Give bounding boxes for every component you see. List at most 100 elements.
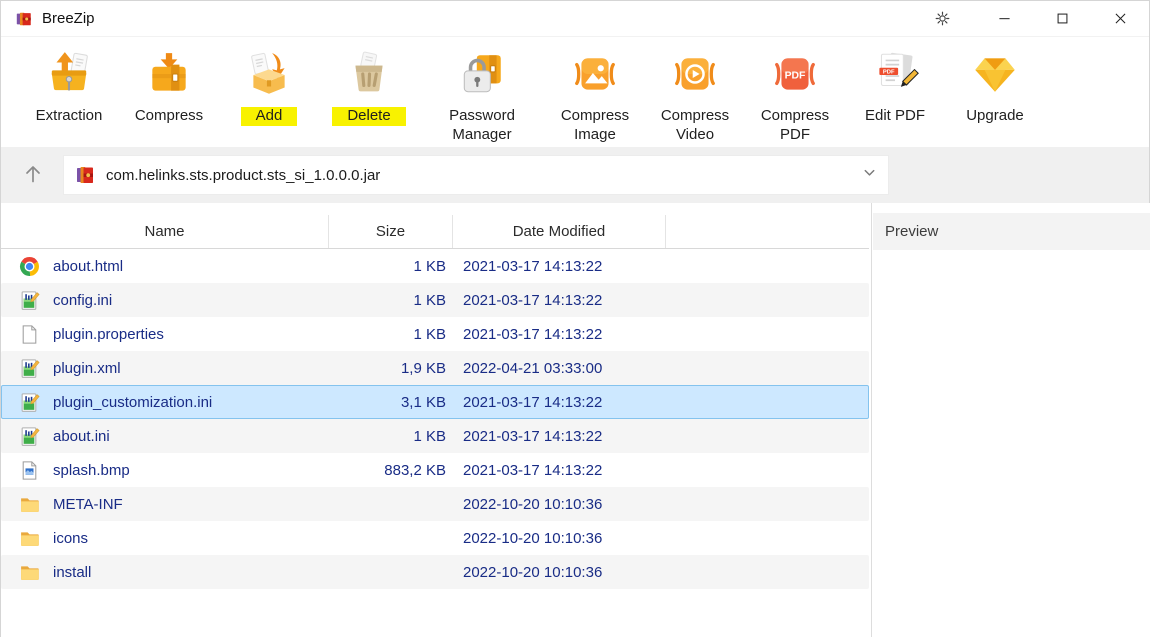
file-rows: about.html 1 KB 2021-03-17 14:13:22 conf… xyxy=(1,249,869,589)
properties-file-icon xyxy=(19,324,40,345)
toolbar-item-label: Password Manager xyxy=(419,107,545,145)
preview-header: Preview xyxy=(873,213,1150,250)
folder-icon xyxy=(19,494,40,515)
toolbar-item-compress[interactable]: Compress xyxy=(119,38,219,126)
settings-button[interactable] xyxy=(913,1,971,37)
folder-icon xyxy=(19,528,40,549)
maximize-button[interactable] xyxy=(1033,1,1091,37)
compress-image-icon xyxy=(569,48,621,100)
file-size: 1 KB xyxy=(330,292,454,309)
column-header-blank xyxy=(666,215,869,248)
file-row-meta-inf[interactable]: META-INF 2022-10-20 10:10:36 xyxy=(1,487,869,521)
main-toolbar: Extraction Compress Add Delete Password … xyxy=(1,38,1149,147)
file-name: splash.bmp xyxy=(53,462,130,479)
toolbar-item-label: Compress Video xyxy=(645,107,745,145)
toolbar-item-compress-pdf[interactable]: PDF Compress PDF xyxy=(745,38,845,145)
file-row-splash-bmp[interactable]: splash.bmp 883,2 KB 2021-03-17 14:13:22 xyxy=(1,453,869,487)
file-date-modified: 2021-03-17 14:13:22 xyxy=(454,292,667,309)
minimize-icon xyxy=(996,10,1013,27)
up-directory-button[interactable] xyxy=(11,157,55,193)
toolbar-item-upgrade[interactable]: Upgrade xyxy=(945,38,1045,126)
archive-path: com.helinks.sts.product.sts_si_1.0.0.0.j… xyxy=(106,167,854,184)
file-date-modified: 2021-03-17 14:13:22 xyxy=(454,462,667,479)
file-name: about.ini xyxy=(53,428,110,445)
file-size: 3,1 KB xyxy=(330,394,454,411)
file-table: Name Size Date Modified about.html 1 KB … xyxy=(1,203,869,637)
title-bar: BreeZip xyxy=(1,1,1149,37)
panel-divider xyxy=(871,203,872,637)
ini-file-icon xyxy=(19,426,40,447)
file-row-config-ini[interactable]: config.ini 1 KB 2021-03-17 14:13:22 xyxy=(1,283,869,317)
toolbar-item-edit-pdf[interactable]: PDF Edit PDF xyxy=(845,38,945,126)
toolbar-item-label: Extraction xyxy=(34,107,105,126)
preview-panel: Preview xyxy=(873,203,1150,637)
svg-text:PDF: PDF xyxy=(883,70,895,76)
toolbar-item-password-manager[interactable]: Password Manager xyxy=(419,38,545,145)
file-date-modified: 2022-10-20 10:10:36 xyxy=(454,496,667,513)
toolbar-item-compress-video[interactable]: Compress Video xyxy=(645,38,745,145)
toolbar-item-label: Compress xyxy=(133,107,205,126)
file-row-install[interactable]: install 2022-10-20 10:10:36 xyxy=(1,555,869,589)
file-row-icons[interactable]: icons 2022-10-20 10:10:36 xyxy=(1,521,869,555)
file-size: 883,2 KB xyxy=(330,462,454,479)
toolbar-item-label: Compress Image xyxy=(545,107,645,145)
file-row-plugin-properties[interactable]: plugin.properties 1 KB 2021-03-17 14:13:… xyxy=(1,317,869,351)
file-name: about.html xyxy=(53,258,123,275)
file-row-plugin-xml[interactable]: plugin.xml 1,9 KB 2022-04-21 03:33:00 xyxy=(1,351,869,385)
file-size: 1 KB xyxy=(330,428,454,445)
file-date-modified: 2022-04-21 03:33:00 xyxy=(454,360,667,377)
extraction-icon xyxy=(43,48,95,100)
breezip-logo-icon xyxy=(15,10,33,28)
file-date-modified: 2021-03-17 14:13:22 xyxy=(454,394,667,411)
content-area: Name Size Date Modified about.html 1 KB … xyxy=(1,203,1149,637)
compress-icon xyxy=(143,48,195,100)
ini-file-icon xyxy=(19,290,40,311)
file-size: 1 KB xyxy=(330,258,454,275)
toolbar-item-label: Edit PDF xyxy=(863,107,927,126)
column-header-date-modified[interactable]: Date Modified xyxy=(453,215,666,248)
column-header-name[interactable]: Name xyxy=(1,215,329,248)
svg-text:PDF: PDF xyxy=(785,71,806,82)
toolbar-item-label: Upgrade xyxy=(964,107,1026,126)
file-size: 1,9 KB xyxy=(330,360,454,377)
html-chrome-icon xyxy=(19,256,40,277)
column-header-size[interactable]: Size xyxy=(329,215,453,248)
file-row-about-html[interactable]: about.html 1 KB 2021-03-17 14:13:22 xyxy=(1,249,869,283)
file-date-modified: 2021-03-17 14:13:22 xyxy=(454,428,667,445)
path-dropdown-button[interactable] xyxy=(854,160,884,190)
toolbar-item-add[interactable]: Add xyxy=(219,38,319,126)
upgrade-icon xyxy=(969,48,1021,100)
file-date-modified: 2022-10-20 10:10:36 xyxy=(454,530,667,547)
table-header: Name Size Date Modified xyxy=(1,215,869,249)
ini-file-icon xyxy=(19,392,40,413)
file-date-modified: 2022-10-20 10:10:36 xyxy=(454,564,667,581)
file-row-about-ini[interactable]: about.ini 1 KB 2021-03-17 14:13:22 xyxy=(1,419,869,453)
toolbar-item-compress-image[interactable]: Compress Image xyxy=(545,38,645,145)
toolbar-item-label: Delete xyxy=(332,107,405,126)
gear-icon xyxy=(934,10,951,27)
file-size: 1 KB xyxy=(330,326,454,343)
close-icon xyxy=(1112,10,1129,27)
compress-video-icon xyxy=(669,48,721,100)
file-row-plugin-customization-ini[interactable]: plugin_customization.ini 3,1 KB 2021-03-… xyxy=(1,385,869,419)
file-name: config.ini xyxy=(53,292,112,309)
delete-icon xyxy=(343,48,395,100)
close-button[interactable] xyxy=(1091,1,1149,37)
add-icon xyxy=(243,48,295,100)
edit-pdf-icon: PDF xyxy=(869,48,921,100)
folder-icon xyxy=(19,562,40,583)
file-date-modified: 2021-03-17 14:13:22 xyxy=(454,258,667,275)
minimize-button[interactable] xyxy=(975,1,1033,37)
maximize-icon xyxy=(1054,10,1071,27)
toolbar-item-delete[interactable]: Delete xyxy=(319,38,419,126)
preview-title: Preview xyxy=(885,223,938,240)
file-date-modified: 2021-03-17 14:13:22 xyxy=(454,326,667,343)
path-input[interactable]: com.helinks.sts.product.sts_si_1.0.0.0.j… xyxy=(63,155,889,195)
chevron-down-icon xyxy=(862,165,877,185)
compress-pdf-icon: PDF xyxy=(769,48,821,100)
ini-file-icon xyxy=(19,358,40,379)
file-name: plugin_customization.ini xyxy=(53,394,212,411)
address-bar: com.helinks.sts.product.sts_si_1.0.0.0.j… xyxy=(1,147,1149,203)
toolbar-item-label: Add xyxy=(241,107,298,126)
toolbar-item-extraction[interactable]: Extraction xyxy=(19,38,119,126)
